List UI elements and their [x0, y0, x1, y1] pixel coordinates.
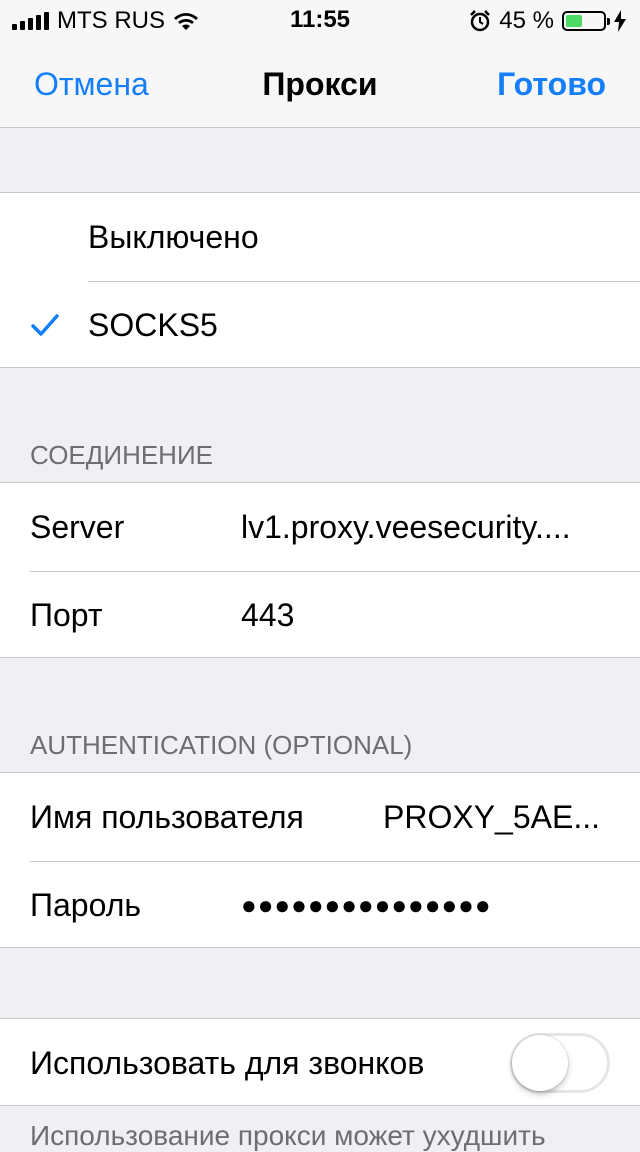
username-row[interactable]: Имя пользователя PROXY_5AE... [0, 773, 640, 861]
done-button[interactable]: Готово [497, 66, 606, 103]
navigation-bar: Отмена Прокси Готово [0, 40, 640, 128]
mode-option-label: Выключено [88, 219, 259, 255]
status-bar: MTS RUS 11:55 45 % [0, 0, 640, 40]
toggle-knob [512, 1035, 568, 1091]
use-for-calls-row: Использовать для звонков [0, 1019, 640, 1107]
proxy-mode-group: Выключено SOCKS5 [0, 192, 640, 368]
connection-section-header: СОЕДИНЕНИЕ [30, 440, 213, 470]
username-label: Имя пользователя [30, 799, 304, 835]
auth-group: Имя пользователя PROXY_5AE... Пароль ●●●… [0, 772, 640, 948]
calls-group: Использовать для звонков [0, 1018, 640, 1106]
checkmark-icon [31, 314, 59, 336]
use-for-calls-label: Использовать для звонков [30, 1045, 425, 1081]
charging-bolt-icon [614, 10, 626, 32]
mode-option-label: SOCKS5 [88, 307, 218, 343]
alarm-icon [470, 10, 491, 32]
mode-option-socks5[interactable]: SOCKS5 [0, 281, 640, 369]
auth-section-header: AUTHENTICATION (OPTIONAL) [30, 730, 413, 760]
battery-icon [562, 11, 610, 31]
battery-fill [566, 15, 583, 27]
status-right: 45 % [469, 6, 626, 36]
server-row[interactable]: Server lv1.proxy.veesecurity.... [0, 483, 640, 571]
port-label: Порт [30, 597, 103, 633]
port-field[interactable]: 443 [241, 571, 294, 659]
port-row[interactable]: Порт 443 [0, 571, 640, 659]
use-for-calls-toggle[interactable] [510, 1033, 610, 1093]
mode-option-off[interactable]: Выключено [0, 193, 640, 281]
connection-group: Server lv1.proxy.veesecurity.... Порт 44… [0, 482, 640, 658]
server-field[interactable]: lv1.proxy.veesecurity.... [241, 483, 571, 571]
password-label: Пароль [30, 887, 142, 923]
username-field[interactable]: PROXY_5AE... [383, 773, 600, 861]
password-row[interactable]: Пароль ●●●●●●●●●●●●●●● [0, 861, 640, 949]
footer-note: Использование прокси может ухудшить [30, 1120, 546, 1151]
server-label: Server [30, 509, 125, 545]
password-field[interactable]: ●●●●●●●●●●●●●●● [241, 861, 492, 949]
battery-percent: 45 % [499, 7, 554, 34]
